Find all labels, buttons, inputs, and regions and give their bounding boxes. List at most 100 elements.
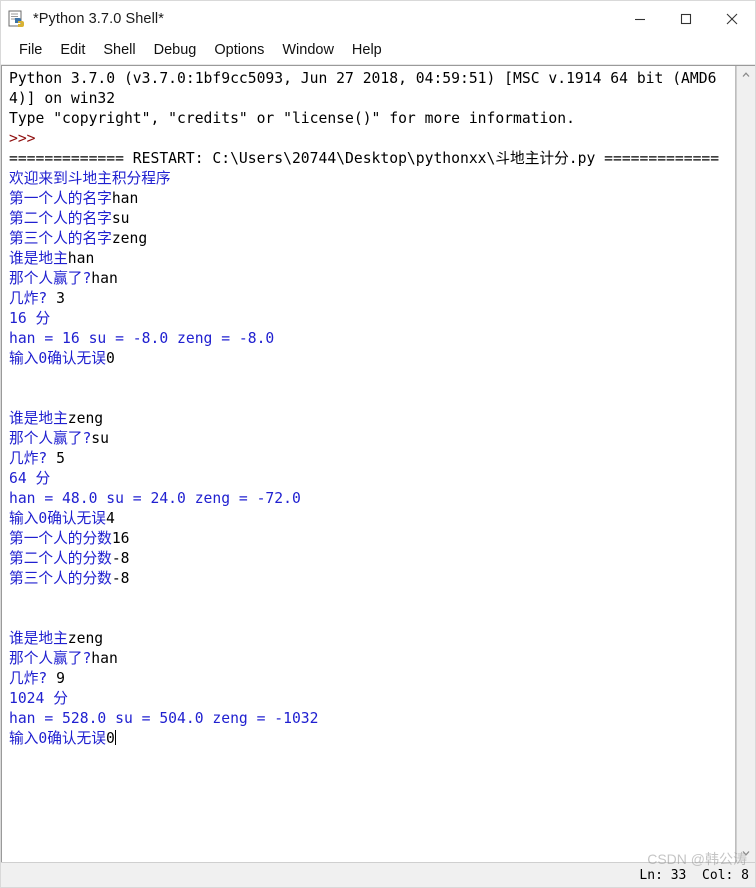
- console-text-blue: 那个人赢了?: [9, 430, 92, 447]
- console-line: 输入0确认无误0: [9, 349, 735, 369]
- console-line: 输入0确认无误0: [9, 729, 735, 749]
- console-text-blue: 输入0确认无误: [9, 730, 106, 747]
- console-text-black: 9: [56, 670, 65, 687]
- console-text-blue: 那个人赢了?: [9, 650, 92, 667]
- console-text-black: su: [91, 430, 109, 447]
- console-text-blue: 几炸?: [9, 670, 57, 687]
- menu-item-help[interactable]: Help: [343, 40, 391, 61]
- console-line: Type "copyright", "credits" or "license(…: [9, 109, 735, 129]
- console-line: 欢迎来到斗地主积分程序: [9, 169, 735, 189]
- console-line: 那个人赢了?han: [9, 269, 735, 289]
- console-text-blue: 第三个人的分数: [9, 570, 112, 587]
- console-text-black: su: [111, 210, 130, 227]
- console-output[interactable]: Python 3.7.0 (v3.7.0:1bf9cc5093, Jun 27 …: [2, 66, 735, 749]
- shell-text-area[interactable]: Python 3.7.0 (v3.7.0:1bf9cc5093, Jun 27 …: [1, 66, 736, 862]
- console-line: 第一个人的分数16: [9, 529, 735, 549]
- console-text-blue: 第一个人的分数: [9, 530, 112, 547]
- menu-item-window[interactable]: Window: [273, 40, 343, 61]
- status-bar: CSDN @韩公涛 Ln: 33 Col: 8: [1, 851, 755, 887]
- console-text-blue: 第二个人的分数: [9, 550, 112, 567]
- console-text-black: ============= RESTART: C:\Users\20744\De…: [9, 150, 720, 167]
- console-text-black: zeng: [67, 630, 104, 647]
- window-controls: [617, 1, 755, 37]
- console-line: han = 48.0 su = 24.0 zeng = -72.0: [9, 489, 735, 509]
- console-text-black: -8: [111, 550, 130, 567]
- scrollbar-track[interactable]: [737, 84, 755, 844]
- console-line: 输入0确认无误4: [9, 509, 735, 529]
- menu-item-debug[interactable]: Debug: [145, 40, 206, 61]
- menu-item-shell[interactable]: Shell: [94, 40, 144, 61]
- menu-item-file[interactable]: File: [10, 40, 51, 61]
- console-text-blue: 16 分: [9, 310, 51, 327]
- console-line: 谁是地主zeng: [9, 629, 735, 649]
- text-cursor: [114, 730, 116, 745]
- console-line: 第三个人的名字zeng: [9, 229, 735, 249]
- chevron-down-icon[interactable]: [737, 844, 755, 862]
- console-line: han = 528.0 su = 504.0 zeng = -1032: [9, 709, 735, 729]
- console-text-blue: han = 16 su = -8.0 zeng = -8.0: [9, 330, 275, 347]
- console-line: 谁是地主zeng: [9, 409, 735, 429]
- console-line: 16 分: [9, 309, 735, 329]
- window-title: *Python 3.7.0 Shell*: [33, 11, 164, 27]
- console-text-blue: 那个人赢了?: [9, 270, 92, 287]
- console-text-blue: 第一个人的名字: [9, 190, 112, 207]
- console-line: Python 3.7.0 (v3.7.0:1bf9cc5093, Jun 27 …: [9, 69, 735, 109]
- console-text-black: 4: [105, 510, 115, 527]
- close-button[interactable]: [709, 1, 755, 37]
- console-text-blue: 谁是地主: [9, 410, 68, 427]
- console-text-blue: 第二个人的名字: [9, 210, 112, 227]
- console-text-black: zeng: [67, 410, 104, 427]
- console-text-blue: 1024 分: [9, 690, 68, 707]
- console-text-black: Type "copyright", "credits" or "license(…: [9, 110, 575, 127]
- console-text-black: Python 3.7.0 (v3.7.0:1bf9cc5093, Jun 27 …: [9, 70, 717, 107]
- console-text-blue: han = 48.0 su = 24.0 zeng = -72.0: [9, 490, 301, 507]
- console-text-blue: han = 528.0 su = 504.0 zeng = -1032: [9, 710, 319, 727]
- title-bar: *Python 3.7.0 Shell*: [1, 1, 755, 37]
- menu-item-edit[interactable]: Edit: [51, 40, 94, 61]
- vertical-scrollbar[interactable]: [736, 66, 755, 862]
- console-line: 64 分: [9, 469, 735, 489]
- console-line: 1024 分: [9, 689, 735, 709]
- console-line: han = 16 su = -8.0 zeng = -8.0: [9, 329, 735, 349]
- console-text-blue: 第三个人的名字: [9, 230, 112, 247]
- console-text-blue: 谁是地主: [9, 630, 68, 647]
- maximize-button[interactable]: [663, 1, 709, 37]
- minimize-button[interactable]: [617, 1, 663, 37]
- console-text-blue: 输入0确认无误: [9, 510, 106, 527]
- cursor-position-indicator: Ln: 33 Col: 8: [639, 867, 749, 883]
- console-text-black: han: [91, 270, 118, 287]
- console-text-blue: 64 分: [9, 470, 51, 487]
- console-text-black: han: [111, 190, 139, 207]
- console-line: 几炸? 5: [9, 449, 735, 469]
- console-text-black: 3: [56, 290, 65, 307]
- console-line: 几炸? 9: [9, 669, 735, 689]
- console-text-blue: 几炸?: [9, 450, 57, 467]
- console-line: 那个人赢了?su: [9, 429, 735, 449]
- console-line: 几炸? 3: [9, 289, 735, 309]
- console-text-black: 0: [105, 730, 115, 747]
- chevron-up-icon[interactable]: [737, 66, 755, 84]
- console-text-blue: 欢迎来到斗地主积分程序: [9, 170, 171, 187]
- menu-bar: File Edit Shell Debug Options Window Hel…: [1, 37, 755, 65]
- console-text-black: han: [91, 650, 118, 667]
- console-text-blue: 谁是地主: [9, 250, 68, 267]
- console-text-black: -8: [111, 570, 130, 587]
- console-text-black: 0: [105, 350, 115, 367]
- console-line: ============= RESTART: C:\Users\20744\De…: [9, 149, 735, 169]
- console-text-black: 5: [56, 450, 65, 467]
- console-line: 第二个人的分数-8: [9, 549, 735, 569]
- console-text-blue: 输入0确认无误: [9, 350, 106, 367]
- console-text-black: zeng: [111, 230, 148, 247]
- shell-body: Python 3.7.0 (v3.7.0:1bf9cc5093, Jun 27 …: [1, 65, 755, 862]
- console-text-blue: 几炸?: [9, 290, 57, 307]
- console-line: 第一个人的名字han: [9, 189, 735, 209]
- console-line: >>>: [9, 129, 735, 149]
- console-line: 第二个人的名字su: [9, 209, 735, 229]
- console-text-black: 16: [111, 530, 130, 547]
- menu-item-options[interactable]: Options: [205, 40, 273, 61]
- console-text-red: >>>: [9, 130, 36, 147]
- console-line: 谁是地主han: [9, 249, 735, 269]
